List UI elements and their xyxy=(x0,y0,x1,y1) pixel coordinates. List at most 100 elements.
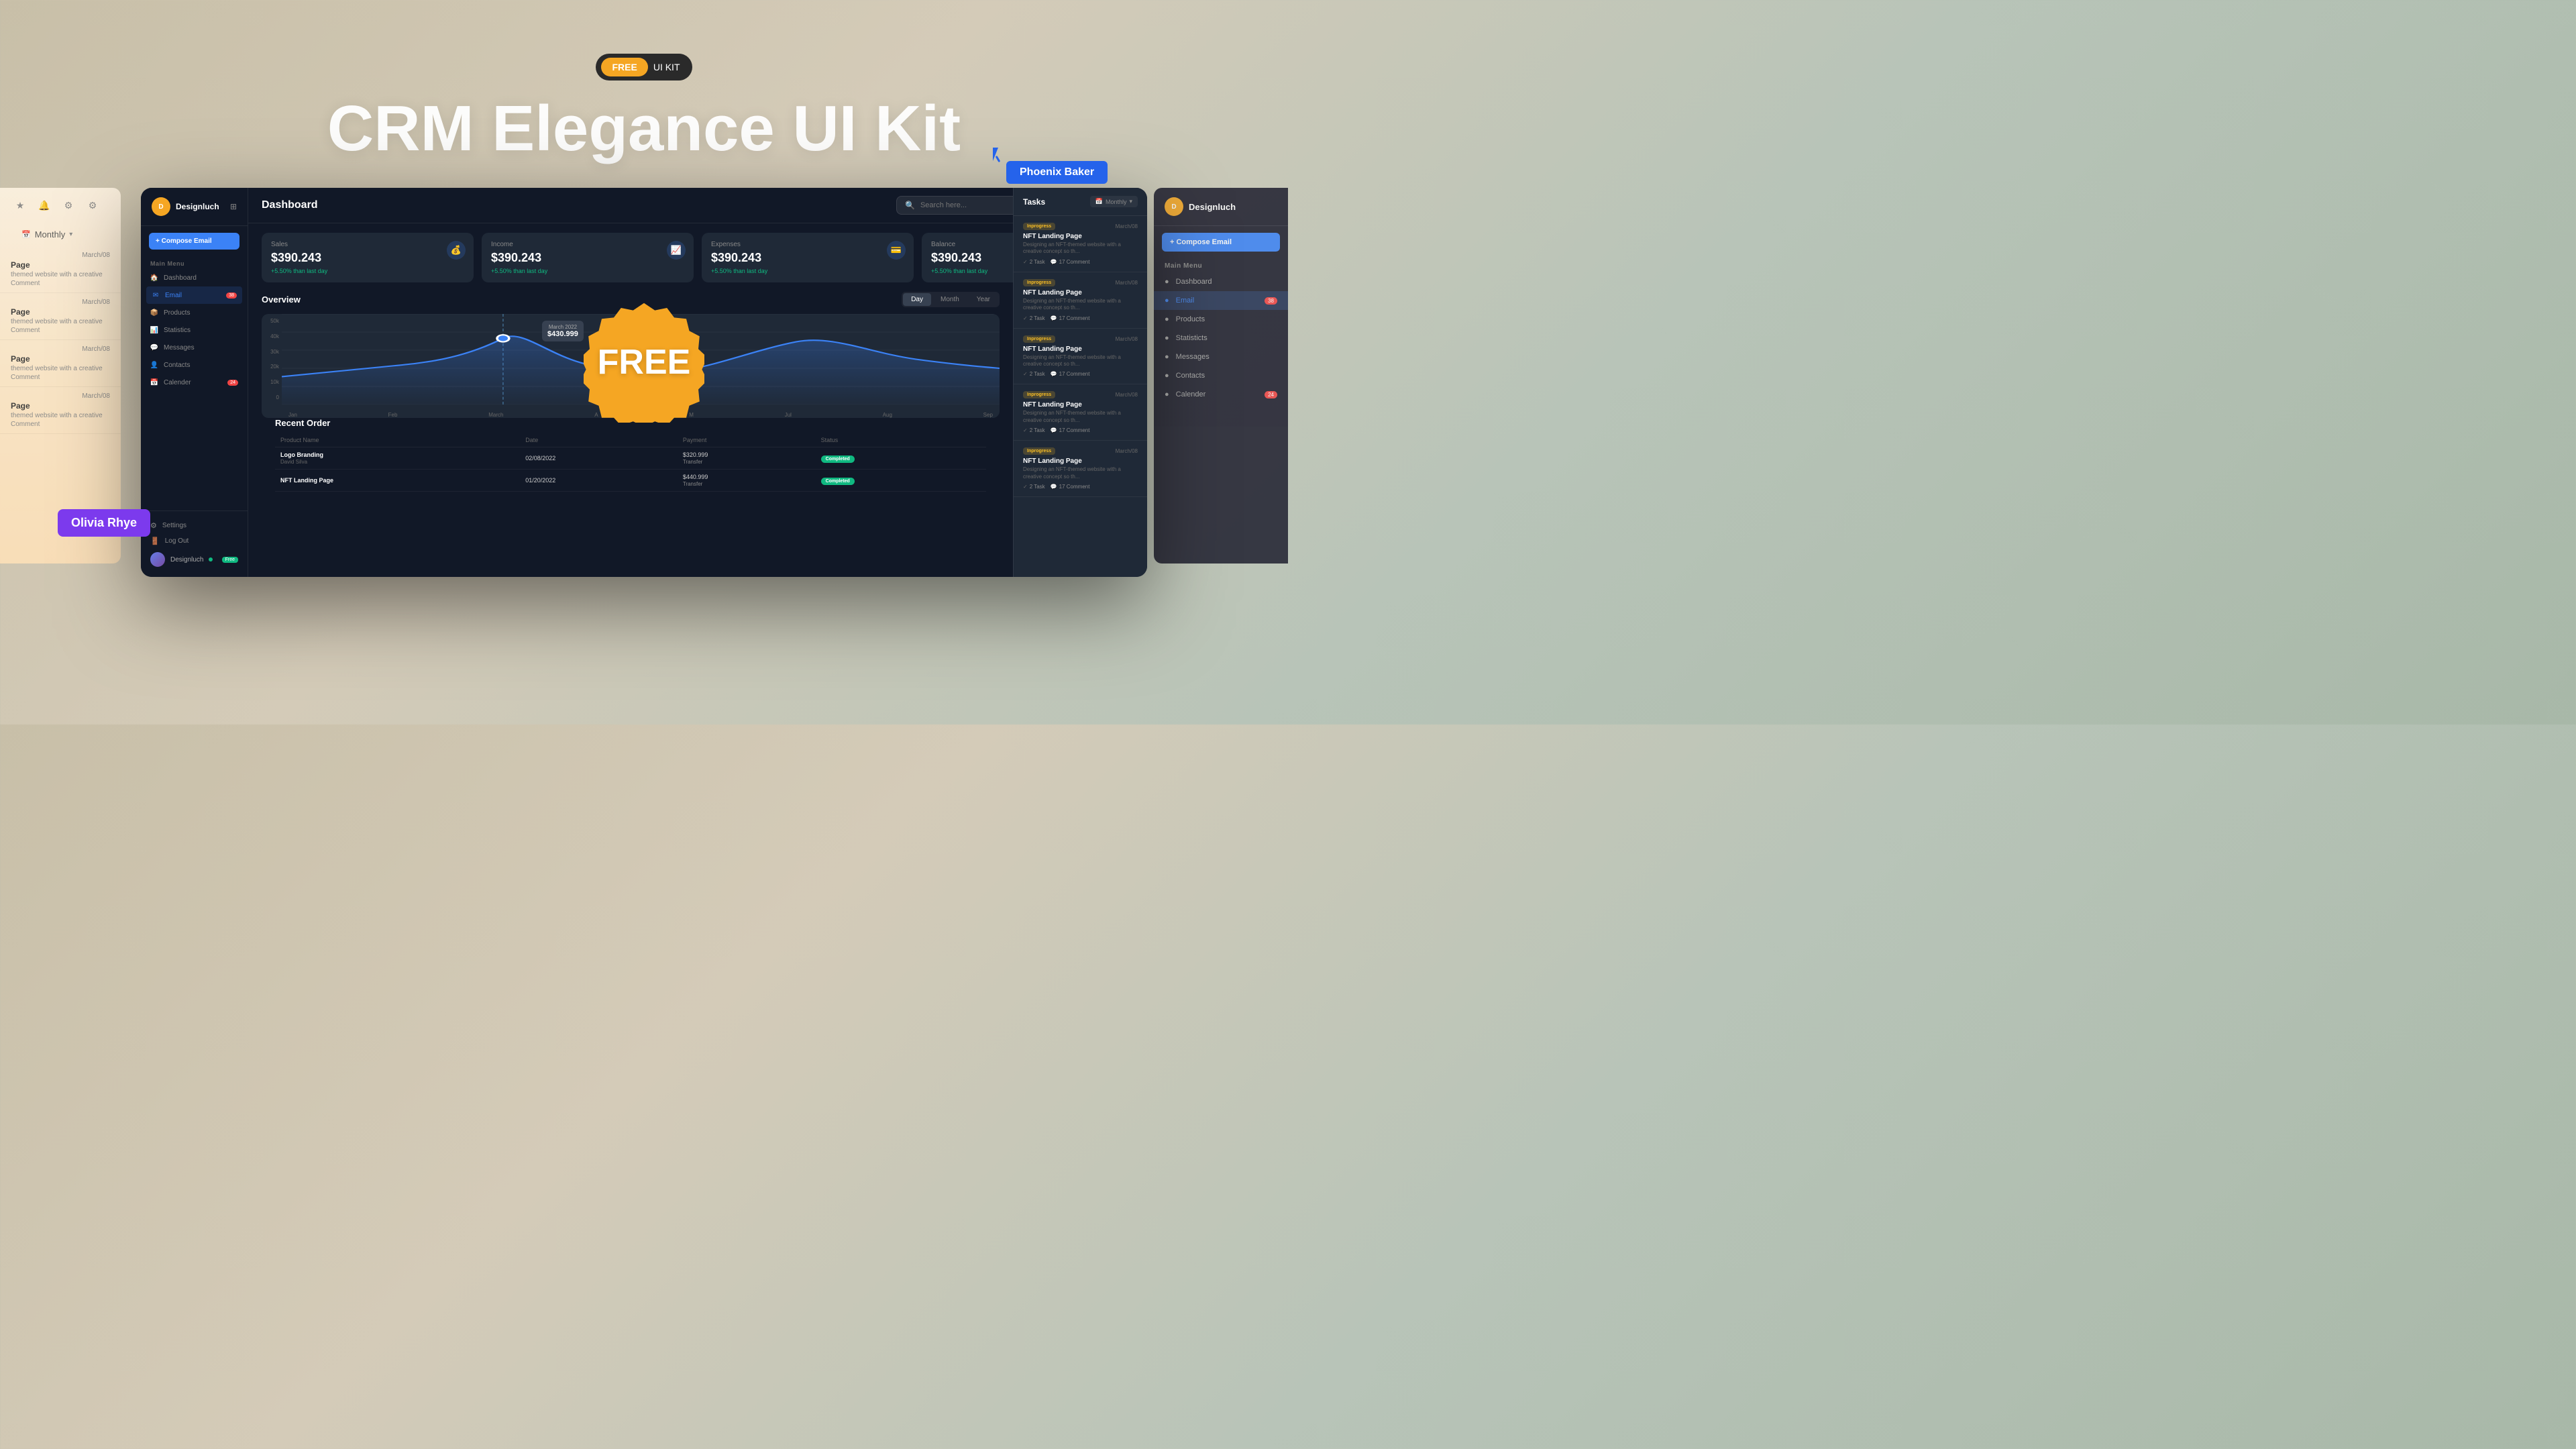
logout-icon: 🚪 xyxy=(150,537,160,545)
sidebar-item-contacts[interactable]: 👤Contacts xyxy=(141,356,248,374)
sidebar-item-label: Statistics xyxy=(164,327,191,334)
stat-expenses-icon: 💳 xyxy=(887,241,906,260)
sidebar-item-label: Dashboard xyxy=(164,274,197,282)
task-status-badge: Inprogress xyxy=(1023,447,1055,455)
sidebar-item-statistics[interactable]: 📊Statistics xyxy=(141,321,248,339)
cursor-icon xyxy=(993,148,1006,164)
comment-count: 💬 17 Comment xyxy=(1051,484,1090,490)
sidebar-item-label: Email xyxy=(165,292,182,299)
logout-menu-item[interactable]: 🚪 Log Out xyxy=(150,533,238,549)
stat-sales-value: $390.243 xyxy=(271,251,464,265)
task-title: NFT Landing Page xyxy=(1023,345,1138,353)
stats-row: Sales $390.243 +5.50% than last day 💰 In… xyxy=(248,223,1147,292)
task-meta: ✓ 2 Task 💬 17 Comment xyxy=(1023,259,1138,265)
lp-task-desc: themed website with a creative xyxy=(11,412,110,419)
stat-sales-change: +5.50% than last day xyxy=(271,268,464,274)
order-product-sub: David Silva xyxy=(280,459,307,465)
sidebar-item-calender[interactable]: 📅Calender24 xyxy=(141,374,248,391)
lp-comment: Comment xyxy=(11,327,110,334)
rp-menu-label: Messages xyxy=(1176,353,1210,361)
lp-task-date: March/08 xyxy=(11,392,110,400)
recent-orders-section: Recent Order Product Name Date Payment S… xyxy=(262,418,1000,492)
order-date: 01/20/2022 xyxy=(520,470,678,492)
settings-menu-item[interactable]: ⚙ Settings xyxy=(150,518,238,533)
tooltip-date: March 2022 xyxy=(547,324,578,330)
stat-sales-label: Sales xyxy=(271,241,464,248)
task-count: ✓ 2 Task xyxy=(1023,259,1045,265)
rp-menu-label: Products xyxy=(1176,315,1205,323)
right-panel-compose-btn[interactable]: + Compose Email xyxy=(1162,233,1280,252)
overview-title: Overview xyxy=(262,294,902,305)
right-panel-menu-item-contacts[interactable]: ●Contacts xyxy=(1154,366,1288,385)
dashboard-icon: 🏠 xyxy=(150,274,158,282)
task-title: NFT Landing Page xyxy=(1023,233,1138,240)
order-product-name: Logo Branding xyxy=(280,451,515,458)
hero-title: CRM Elegance UI Kit xyxy=(327,97,961,161)
rp-menu-label: Email xyxy=(1176,297,1195,305)
comments-icon: 💬 xyxy=(1051,259,1057,265)
tasks-icon: ✓ xyxy=(1023,427,1028,433)
task-status-badge: Inprogress xyxy=(1023,391,1055,398)
free-sticker-text: FREE xyxy=(598,342,691,382)
lp-task-title: Page xyxy=(11,307,110,317)
orders-table: Product Name Date Payment Status Logo Br… xyxy=(275,433,986,492)
col-date: Date xyxy=(520,433,678,447)
search-input[interactable] xyxy=(920,201,1022,209)
sidebar-item-products[interactable]: 📦Products xyxy=(141,304,248,321)
task-date: March/08 xyxy=(1116,448,1138,454)
sidebar-item-dashboard[interactable]: 🏠 Dashboard xyxy=(141,269,248,286)
right-panel-menu-item-products[interactable]: ●Products xyxy=(1154,310,1288,329)
badge-calender: 24 xyxy=(227,380,238,386)
free-badge: FREE xyxy=(601,58,647,76)
tab-year[interactable]: Year xyxy=(969,293,998,306)
task-meta: ✓ 2 Task 💬 17 Comment xyxy=(1023,371,1138,377)
right-panel-menu-item-calender[interactable]: ●Calender24 xyxy=(1154,385,1288,404)
lp-task-desc: themed website with a creative xyxy=(11,271,110,278)
tab-month[interactable]: Month xyxy=(932,293,967,306)
sidebar-footer: ⚙ Settings 🚪 Log Out Designluch Free xyxy=(141,511,248,577)
messages-icon: 💬 xyxy=(150,343,158,352)
sidebar-item-email[interactable]: ✉Email38 xyxy=(146,286,242,304)
right-panel-menu-label: Main Menu xyxy=(1154,258,1288,272)
comments-icon: 💬 xyxy=(1051,427,1057,433)
right-panel-menu-item-statisticts[interactable]: ●Statisticts xyxy=(1154,329,1288,347)
order-status: Completed xyxy=(816,470,986,492)
rp-menu-label: Calender xyxy=(1176,390,1206,398)
left-panel-icons: ★ 🔔 ⚙ ⚙ xyxy=(0,188,121,223)
col-product-name: Product Name xyxy=(275,433,520,447)
compose-email-button[interactable]: + Compose Email xyxy=(149,233,239,250)
left-panel-monthly[interactable]: 📅 Monthly ▾ xyxy=(8,225,113,244)
table-row: NFT Landing Page 01/20/2022 $440.999Tran… xyxy=(275,470,986,492)
right-panel-menu-item-messages[interactable]: ●Messages xyxy=(1154,347,1288,366)
order-date: 02/08/2022 xyxy=(520,447,678,470)
task-status-badge: Inprogress xyxy=(1023,223,1055,230)
task-status-badge: Inprogress xyxy=(1023,279,1055,286)
tab-day[interactable]: Day xyxy=(903,293,931,306)
badge-email: 38 xyxy=(226,292,237,299)
task-title: NFT Landing Page xyxy=(1023,401,1138,409)
comments-icon: 💬 xyxy=(1051,315,1057,321)
badge-container: FREE UI KIT xyxy=(596,54,692,80)
sidebar-item-messages[interactable]: 💬Messages xyxy=(141,339,248,356)
table-row: Logo Branding David Silva 02/08/2022 $32… xyxy=(275,447,986,470)
right-panel-menu-item-email[interactable]: ●Email38 xyxy=(1154,291,1288,310)
task-meta: ✓ 2 Task 💬 17 Comment xyxy=(1023,427,1138,433)
rp-menu-icon: ● xyxy=(1165,390,1169,398)
list-item: March/08 Page themed website with a crea… xyxy=(0,293,121,340)
lp-task-desc: themed website with a creative xyxy=(11,365,110,372)
task-item: Inprogress March/08 NFT Landing Page Des… xyxy=(1014,216,1147,272)
order-product-name: NFT Landing Page xyxy=(280,477,515,484)
right-panel-avatar: D xyxy=(1165,197,1183,216)
tasks-title: Tasks xyxy=(1023,197,1090,207)
stat-sales: Sales $390.243 +5.50% than last day 💰 xyxy=(262,233,474,282)
rp-menu-icon: ● xyxy=(1165,334,1169,342)
search-bar[interactable]: 🔍 xyxy=(896,196,1030,215)
lp-comment: Comment xyxy=(11,374,110,381)
task-count: ✓ 2 Task xyxy=(1023,484,1045,490)
right-panel-menu: ●Dashboard●Email38●Products●Statisticts●… xyxy=(1154,272,1288,404)
tasks-monthly-filter[interactable]: 📅 Monthly ▾ xyxy=(1090,196,1138,207)
ui-kit-text: UI KIT xyxy=(653,62,687,72)
right-panel-menu-item-dashboard[interactable]: ●Dashboard xyxy=(1154,272,1288,291)
task-count: ✓ 2 Task xyxy=(1023,427,1045,433)
chart-y-axis: 50k 40k 30k 20k 10k 0 xyxy=(262,314,282,405)
